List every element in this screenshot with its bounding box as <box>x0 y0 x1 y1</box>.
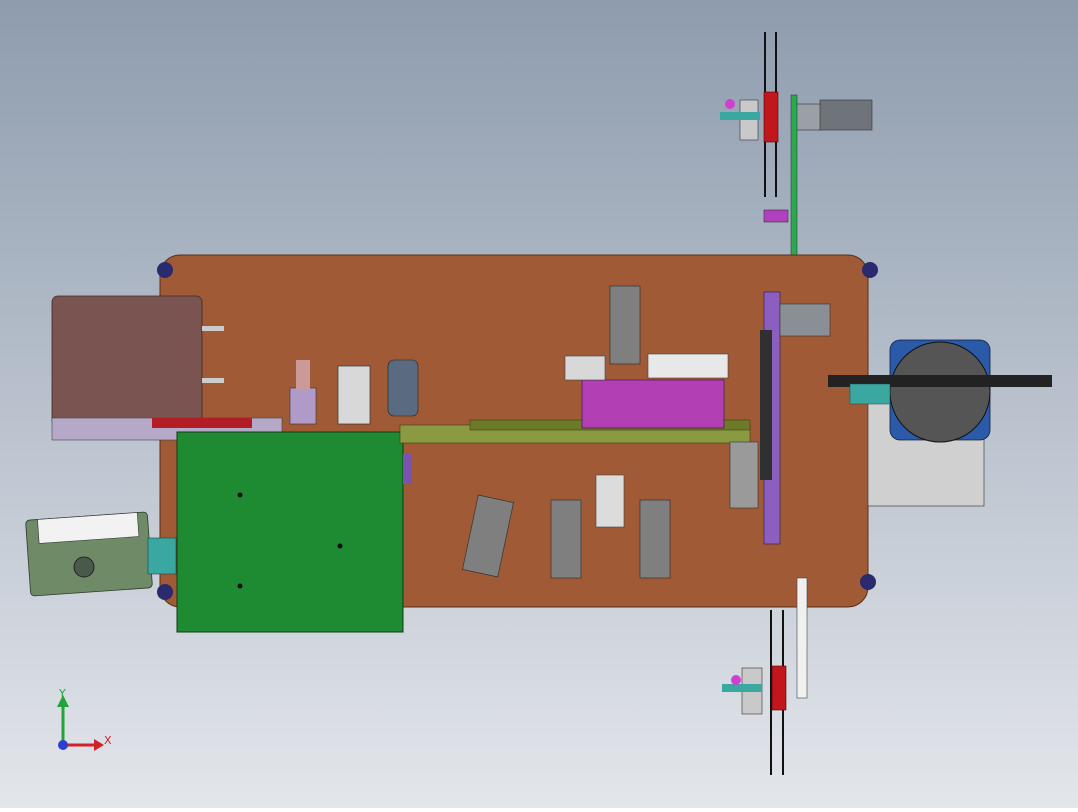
axis-y-label: Y <box>58 687 66 700</box>
cad-drawing[interactable]: Y X <box>0 0 1078 808</box>
cad-viewport[interactable]: Y X <box>0 0 1078 808</box>
magenta-housing[interactable] <box>581 379 725 429</box>
gray-cylinder-2 <box>550 499 582 579</box>
axis-x-label: X <box>104 734 112 747</box>
green-board[interactable] <box>176 431 404 633</box>
gray-cylinder-3 <box>639 499 671 579</box>
left-feeder-block[interactable] <box>51 295 203 427</box>
